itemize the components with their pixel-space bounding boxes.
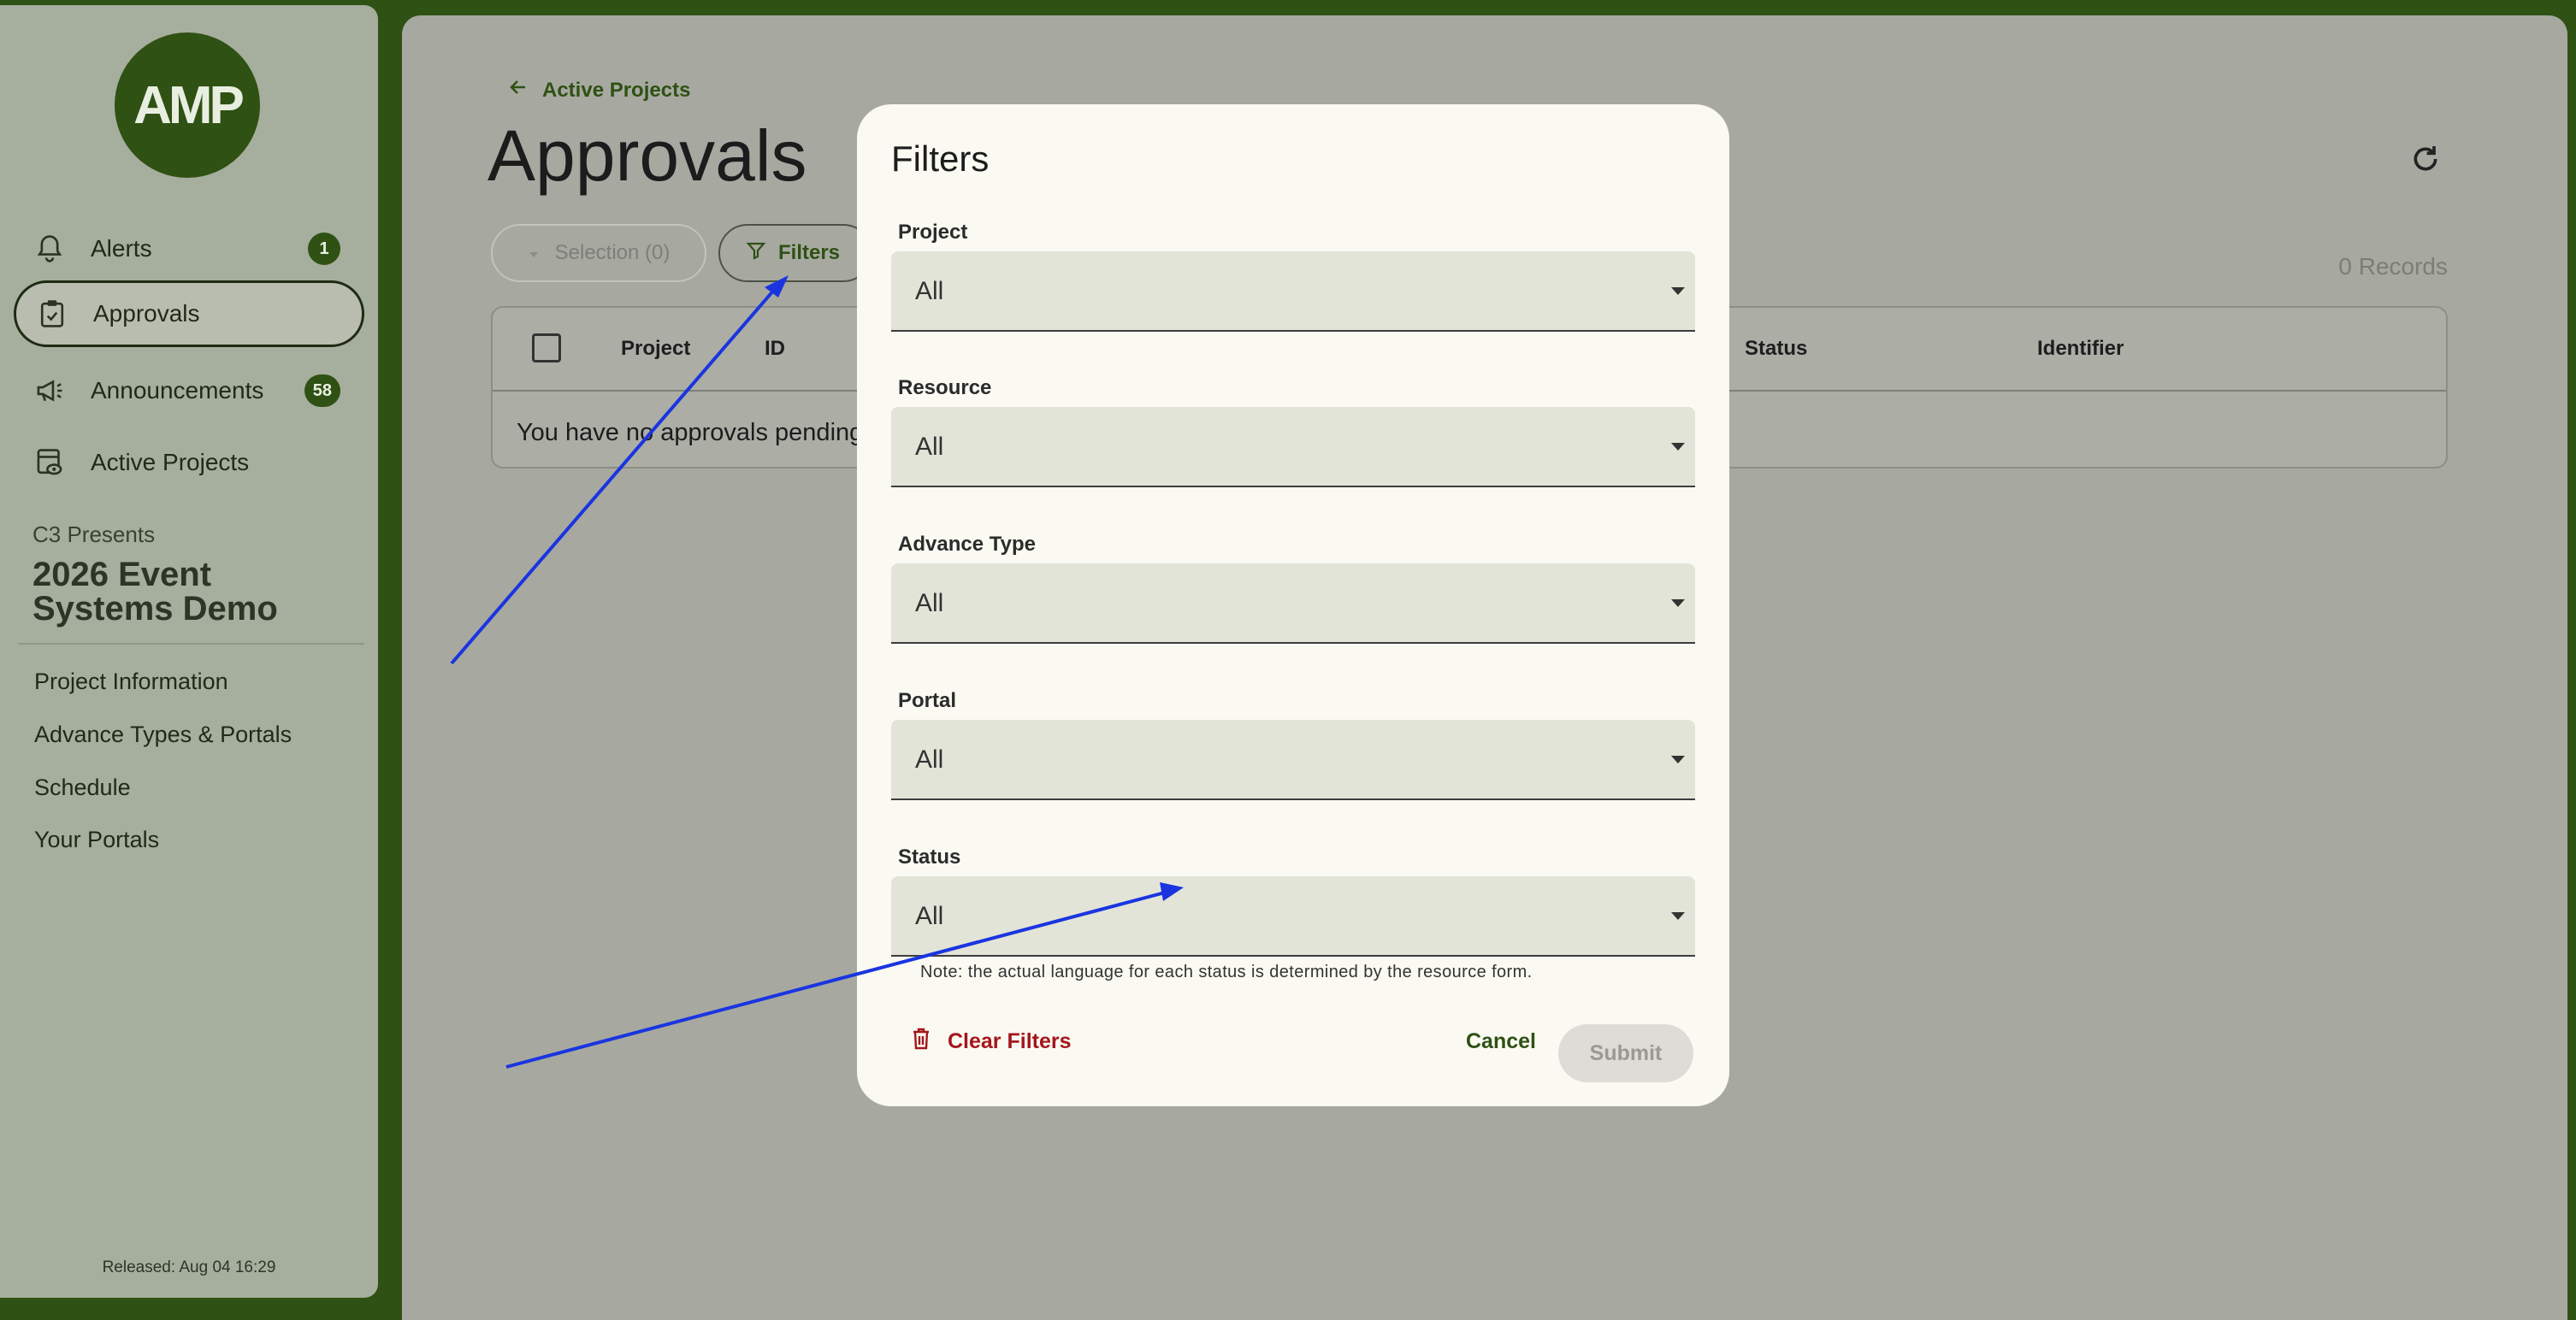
select-all-checkbox[interactable] (532, 333, 561, 362)
column-header-project[interactable]: Project (621, 337, 690, 361)
column-header-id[interactable]: ID (765, 337, 785, 361)
trash-icon (912, 1028, 931, 1056)
nav-item-approvals[interactable]: Approvals (14, 280, 364, 347)
status-note: Note: the actual language for each statu… (920, 963, 1533, 981)
advance-type-filter-label: Advance Type (898, 533, 1036, 556)
link-your-portals[interactable]: Your Portals (34, 827, 159, 853)
announcements-count-badge: 58 (304, 374, 340, 407)
caret-down-icon (1671, 443, 1685, 451)
project-eye-icon (34, 447, 65, 478)
cancel-button[interactable]: Cancel (1466, 1029, 1536, 1054)
selection-label: Selection (0) (554, 241, 671, 264)
filter-icon (746, 240, 766, 267)
clear-filters-button[interactable]: Clear Filters (912, 1028, 1072, 1056)
project-filter-select[interactable]: All (891, 251, 1695, 332)
nav-item-announcements[interactable]: Announcements 58 (14, 357, 364, 424)
logo-text: AMP (133, 75, 245, 135)
link-schedule[interactable]: Schedule (34, 775, 131, 801)
nav-item-alerts[interactable]: Alerts 1 (14, 215, 364, 282)
filters-dialog: Filters Project All Resource All Advance… (857, 104, 1729, 1106)
link-advance-types-portals[interactable]: Advance Types & Portals (34, 722, 292, 748)
empty-state-message: You have no approvals pending (517, 419, 864, 446)
app-logo[interactable]: AMP (115, 32, 260, 178)
nav-label: Active Projects (91, 449, 250, 475)
column-header-status[interactable]: Status (1745, 337, 1807, 361)
back-link[interactable]: Active Projects (508, 77, 690, 103)
filters-label: Filters (778, 241, 841, 264)
project-name: 2026 Event Systems Demo (32, 556, 278, 628)
resource-filter-select[interactable]: All (891, 407, 1695, 487)
clear-filters-label: Clear Filters (948, 1029, 1072, 1053)
organization-name: C3 Presents (32, 522, 156, 547)
clipboard-check-icon (37, 298, 68, 329)
nav-label: Announcements (91, 377, 264, 404)
column-header-identifier[interactable]: Identifier (2037, 337, 2124, 361)
select-value: All (915, 745, 944, 774)
portal-filter-select[interactable]: All (891, 720, 1695, 800)
select-value: All (915, 902, 944, 930)
megaphone-icon (34, 375, 65, 406)
link-project-information[interactable]: Project Information (34, 669, 228, 695)
project-filter-label: Project (898, 221, 968, 244)
records-count: 0 Records (2338, 253, 2448, 280)
back-link-label: Active Projects (542, 78, 691, 102)
release-info: Released: Aug 04 16:29 (102, 1258, 276, 1276)
nav-item-active-projects[interactable]: Active Projects (14, 429, 364, 496)
advance-type-filter-select[interactable]: All (891, 563, 1695, 644)
nav-label: Alerts (91, 235, 152, 262)
caret-down-icon (1671, 912, 1685, 920)
caret-down-icon (1671, 599, 1685, 607)
refresh-icon[interactable] (2408, 142, 2443, 176)
status-filter-label: Status (898, 846, 961, 869)
select-value: All (915, 433, 944, 461)
caret-down-icon (1671, 756, 1685, 763)
page-title: Approvals (487, 115, 807, 196)
filters-button[interactable]: Filters (718, 224, 872, 282)
select-value: All (915, 277, 944, 305)
sidebar: AMP Alerts 1 Approvals Announcements 58 … (0, 5, 378, 1298)
caret-down-icon (528, 241, 540, 265)
selection-button[interactable]: Selection (0) (491, 224, 706, 282)
status-filter-select[interactable]: All (891, 876, 1695, 957)
submit-button[interactable]: Submit (1558, 1024, 1693, 1082)
portal-filter-label: Portal (898, 689, 957, 712)
select-value: All (915, 589, 944, 617)
resource-filter-label: Resource (898, 376, 992, 399)
arrow-left-icon (508, 77, 529, 103)
nav-label: Approvals (93, 300, 200, 327)
dialog-title: Filters (891, 138, 990, 179)
sidebar-divider (19, 643, 364, 645)
alerts-count-badge: 1 (308, 233, 340, 265)
caret-down-icon (1671, 287, 1685, 295)
bell-icon (34, 233, 65, 264)
